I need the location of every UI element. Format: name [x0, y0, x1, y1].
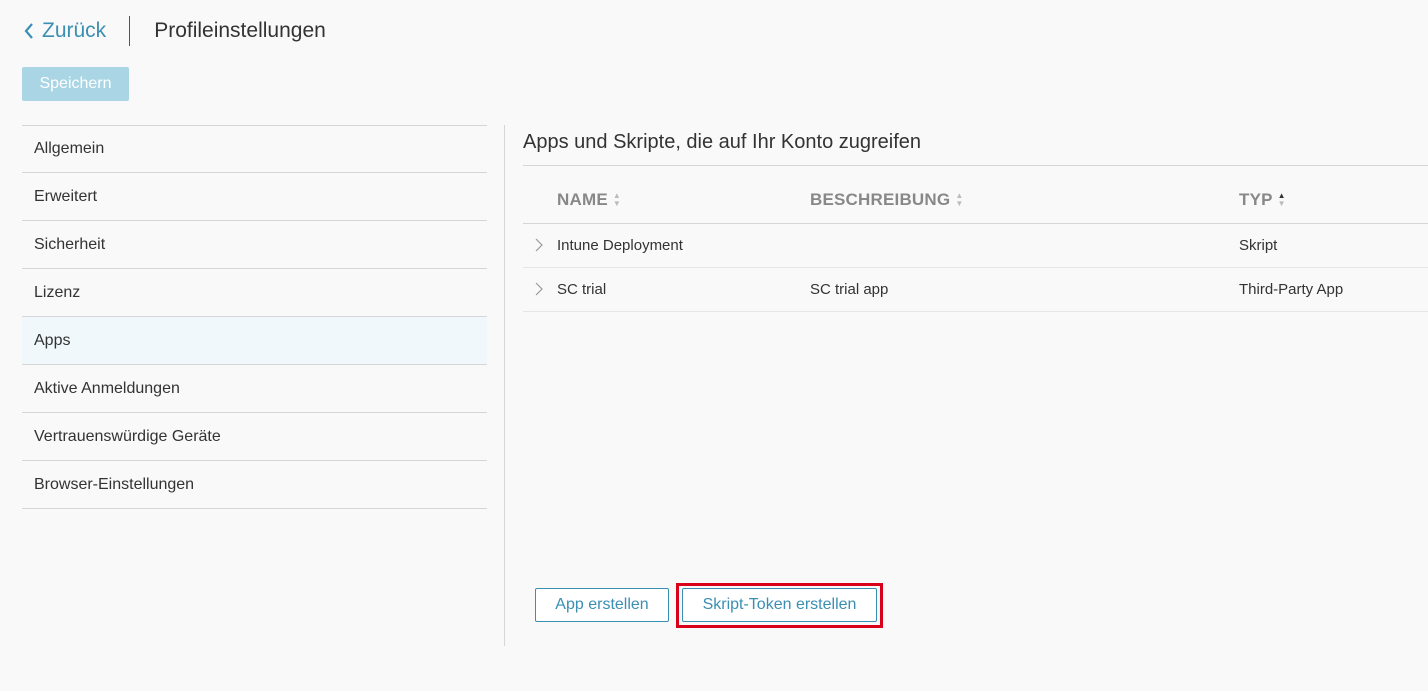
cell-type: Third-Party App [1239, 281, 1344, 298]
column-header-typ[interactable]: TYP ▲ ▼ [1239, 190, 1286, 210]
sidebar-item-aktive-anmeldungen[interactable]: Aktive Anmeldungen [22, 365, 487, 413]
sidebar-item-label: Lizenz [34, 283, 81, 301]
table-header: NAME ▲ ▼ BESCHREIBUNG ▲ ▼ TYP ▲ ▼ [523, 181, 1428, 224]
cell-name: Intune Deployment [557, 237, 683, 254]
sidebar-item-allgemein[interactable]: Allgemein [22, 126, 487, 173]
sort-icon: ▲ ▼ [955, 191, 964, 208]
sidebar-item-label: Browser-Einstellungen [34, 475, 195, 493]
sidebar-item-label: Vertrauenswürdige Geräte [34, 427, 221, 445]
back-link[interactable]: Zurück [24, 19, 106, 43]
chevron-right-icon[interactable] [535, 238, 543, 252]
column-header-beschreibung[interactable]: BESCHREIBUNG ▲ ▼ [810, 190, 963, 210]
chevron-left-icon [24, 23, 33, 39]
title-divider [523, 165, 1428, 166]
back-label: Zurück [42, 19, 107, 42]
sidebar-item-sicherheit[interactable]: Sicherheit [22, 221, 487, 269]
column-header-label: NAME [557, 190, 608, 209]
sidebar-item-erweitert[interactable]: Erweitert [22, 173, 487, 221]
sidebar-item-label: Aktive Anmeldungen [34, 379, 180, 397]
sort-ascending-icon: ▲ ▼ [1277, 191, 1286, 208]
sidebar-item-browser-einstellungen[interactable]: Browser-Einstellungen [22, 461, 487, 509]
column-header-label: BESCHREIBUNG [810, 190, 951, 209]
sidebar-item-label: Sicherheit [34, 235, 106, 253]
sidebar-item-label: Allgemein [34, 140, 105, 157]
sidebar-item-vertrauenswuerdige-geraete[interactable]: Vertrauenswürdige Geräte [22, 413, 487, 461]
table-row[interactable]: Intune Deployment Skript [523, 224, 1428, 268]
main-panel: Apps und Skripte, die auf Ihr Konto zugr… [523, 125, 1428, 312]
content-divider [504, 125, 505, 646]
header-divider [129, 16, 131, 46]
column-header-label: TYP [1239, 190, 1273, 209]
apps-table: NAME ▲ ▼ BESCHREIBUNG ▲ ▼ TYP ▲ ▼ Intune De… [523, 181, 1428, 312]
section-title: Apps und Skripte, die auf Ihr Konto zugr… [523, 131, 922, 153]
create-script-token-button[interactable]: Skript-Token erstellen [682, 588, 877, 622]
profile-settings-page: Zurück Profileinstellungen Speichern All… [0, 0, 1428, 691]
cell-description: SC trial app [810, 281, 889, 298]
column-header-name[interactable]: NAME ▲ ▼ [557, 190, 621, 210]
cell-name: SC trial [557, 281, 607, 298]
sidebar-item-label: Apps [34, 331, 71, 349]
sort-icon: ▲ ▼ [612, 191, 621, 208]
sidebar-item-lizenz[interactable]: Lizenz [22, 269, 487, 317]
cell-type: Skript [1239, 237, 1278, 254]
header: Zurück Profileinstellungen [24, 14, 326, 48]
save-button[interactable]: Speichern [22, 67, 129, 101]
sidebar-item-label: Erweitert [34, 187, 98, 205]
sidebar: Allgemein Erweitert Sicherheit Lizenz Ap… [22, 125, 487, 509]
table-row[interactable]: SC trial SC trial app Third-Party App [523, 268, 1428, 312]
sidebar-item-apps[interactable]: Apps [22, 317, 487, 365]
page-title: Profileinstellungen [154, 19, 326, 42]
create-app-button[interactable]: App erstellen [535, 588, 669, 622]
chevron-right-icon[interactable] [535, 282, 543, 296]
